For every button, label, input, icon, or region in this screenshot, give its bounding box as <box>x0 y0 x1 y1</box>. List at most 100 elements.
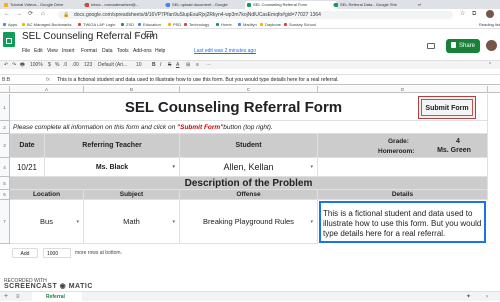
bookmark-item[interactable]: Education <box>138 21 161 28</box>
dropdown-arrow-icon[interactable]: ▾ <box>310 164 313 170</box>
browser-tab[interactable]: Inbox - ronnaderwetzel@...× <box>83 1 169 9</box>
row-header[interactable]: 1 <box>0 94 10 121</box>
bookmark-item[interactable]: Daybone <box>260 21 281 28</box>
browser-tab-active[interactable]: SEL Counseling Referral Form× <box>245 1 337 9</box>
home-icon[interactable]: ⌂ <box>41 11 45 18</box>
row-header[interactable]: 7 <box>0 200 10 244</box>
star-icon[interactable]: ☆ <box>460 11 465 18</box>
submit-form-button[interactable]: Submit Form <box>421 99 473 116</box>
bookmark-item[interactable]: Home <box>216 21 232 28</box>
drive-icon <box>4 3 8 7</box>
dropdown-arrow-icon[interactable]: ▾ <box>310 219 313 225</box>
bookmark-item[interactable]: Madilyn <box>238 21 257 28</box>
bookmark-item[interactable]: ZSD <box>121 21 134 28</box>
menu-format[interactable]: Format <box>81 48 97 55</box>
menu-edit[interactable]: Edit <box>34 48 43 55</box>
undo-icon[interactable]: ↶ <box>4 62 8 69</box>
italic-button[interactable]: I <box>160 62 161 69</box>
folder-icon <box>22 23 25 26</box>
menu-help[interactable]: Help <box>155 48 165 55</box>
font-size-select[interactable]: 10 <box>136 62 142 69</box>
format-select[interactable]: 123 <box>84 62 92 69</box>
reading-list[interactable]: Reading list <box>474 21 500 28</box>
currency-button[interactable]: $ <box>48 62 51 69</box>
bookmark-item[interactable]: TWIGA LAP Login <box>78 21 115 28</box>
bookmark-item[interactable]: PSD <box>168 21 181 28</box>
header-details: Details <box>318 190 488 200</box>
percent-button[interactable]: % <box>55 62 59 69</box>
toolbar: ↶ ↷ 🖶 100% $ % .0 .00 123 Default (Ari..… <box>0 60 500 69</box>
row-header[interactable]: 6 <box>0 190 10 200</box>
subject-select[interactable]: Math ▾ <box>84 200 180 244</box>
column-header-b[interactable]: B <box>84 86 180 93</box>
menu-data[interactable]: Data <box>102 48 113 55</box>
font-select[interactable]: Default (Ari... <box>98 62 127 69</box>
name-box[interactable]: B:B <box>2 76 10 84</box>
url-input[interactable]: 🔒 docs.google.com/spreadsheets/d/16VP7Pf… <box>58 10 453 19</box>
sheets-logo-icon[interactable] <box>3 32 15 47</box>
column-header-c[interactable]: C <box>180 86 318 93</box>
avatar[interactable] <box>486 40 497 51</box>
formula-input[interactable]: This is a fictional student and data use… <box>57 76 339 84</box>
borders-icon[interactable]: ⊞ <box>186 62 190 69</box>
chevron-up-icon[interactable]: ⌃ <box>488 62 492 69</box>
column-header-a[interactable]: A <box>10 86 84 93</box>
print-icon[interactable]: 🖶 <box>20 62 25 69</box>
bookmark-item[interactable]: Sunday School <box>284 21 316 28</box>
menu-addons[interactable]: Add-ons <box>133 48 152 55</box>
details-cell[interactable]: This is a fictional student and data use… <box>319 201 486 243</box>
extensions-icon[interactable]: ⧉ <box>472 11 476 18</box>
location-select[interactable]: Bus ▾ <box>10 200 84 244</box>
empty-cell[interactable] <box>318 158 488 177</box>
menu-file[interactable]: File <box>22 48 30 55</box>
offense-select[interactable]: Breaking Playground Rules ▾ <box>180 200 318 244</box>
decrease-decimal-button[interactable]: .0 <box>63 62 67 69</box>
last-edit-link[interactable]: Last edit was 2 minutes ago <box>194 48 256 55</box>
new-tab-button[interactable]: + <box>417 1 429 9</box>
teacher-select[interactable]: Ms. Black ▾ <box>45 158 180 177</box>
strikethrough-button[interactable]: S <box>168 62 171 69</box>
star-icon[interactable]: ☆ <box>133 30 140 39</box>
menu-tools[interactable]: Tools <box>117 48 129 55</box>
header-student: Student <box>180 134 318 158</box>
back-icon[interactable]: ← <box>4 11 10 18</box>
rows-count-input[interactable]: 1000 <box>43 248 71 258</box>
reload-icon[interactable]: ⟳ <box>28 11 33 18</box>
folder-icon <box>238 23 241 26</box>
select-all-corner[interactable] <box>0 86 10 93</box>
comment-icon[interactable] <box>427 43 435 49</box>
increase-decimal-button[interactable]: .00 <box>72 62 79 69</box>
more-icon[interactable]: ⋯ <box>206 62 211 69</box>
menu-insert[interactable]: Insert <box>62 48 75 55</box>
column-header-d[interactable]: D <box>318 86 488 93</box>
dropdown-arrow-icon[interactable]: ▾ <box>172 219 175 225</box>
browser-tab[interactable]: Tutorial Videos - Google Drive× <box>2 1 88 9</box>
bookmark-item[interactable]: Apps <box>3 21 17 28</box>
bold-button[interactable]: B <box>152 62 156 69</box>
forward-icon[interactable]: → <box>16 11 22 18</box>
grade-homeroom-block: Grade: 4 Homeroom: Ms. Green <box>318 134 488 158</box>
student-select[interactable]: Allen, Kellan ▾ <box>180 158 318 177</box>
add-rows-button[interactable]: Add <box>12 248 38 258</box>
gmail-icon <box>85 3 89 7</box>
move-folder-icon[interactable] <box>145 31 153 37</box>
browser-tab[interactable]: SEL upload document - Google× <box>164 1 250 9</box>
row-header[interactable]: 5 <box>0 177 10 190</box>
date-value[interactable]: 10/21 <box>10 158 45 177</box>
bookmark-item[interactable]: BC Managed Bookmarks <box>22 21 71 28</box>
bookmark-item[interactable]: Technology <box>184 21 209 28</box>
zoom-select[interactable]: 100% <box>30 62 43 69</box>
browser-tab[interactable]: SEL Referral Data - Google She × <box>332 1 422 9</box>
profile-avatar[interactable] <box>486 10 494 18</box>
row-header[interactable]: 3 <box>0 134 10 158</box>
row-header[interactable]: 2 <box>0 121 10 134</box>
share-button[interactable]: Share <box>446 39 480 53</box>
dropdown-arrow-icon[interactable]: ▾ <box>76 219 79 225</box>
redo-icon[interactable]: ↷ <box>12 62 16 69</box>
row-header[interactable]: 4 <box>0 158 10 177</box>
dropdown-arrow-icon[interactable]: ▾ <box>172 164 175 170</box>
align-icon[interactable]: ≡ <box>196 62 199 69</box>
menu-view[interactable]: View <box>47 48 58 55</box>
header-location: Location <box>10 190 84 200</box>
text-color-button[interactable]: A <box>176 62 179 69</box>
